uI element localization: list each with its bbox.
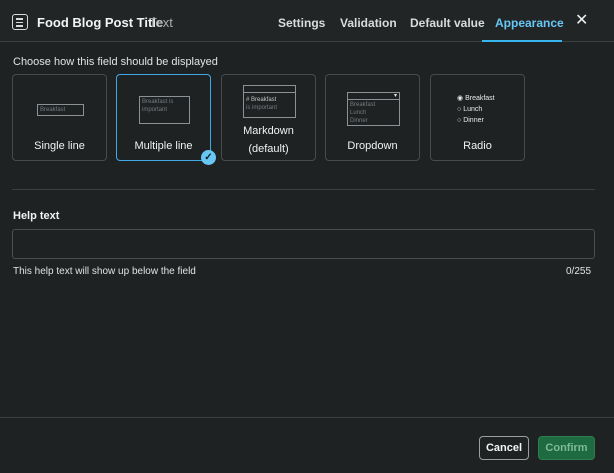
cancel-button[interactable]: Cancel — [479, 436, 529, 460]
appearance-option-multiple-line[interactable]: Breakfast is important Multiple line — [116, 74, 211, 161]
option-label: Markdown — [243, 125, 294, 137]
modal-title: Food Blog Post Title — [37, 15, 164, 30]
option-label: Dropdown — [347, 140, 398, 152]
appearance-option-single-line[interactable]: Breakfast Single line — [12, 74, 107, 161]
option-label: Radio — [463, 140, 492, 152]
radio-empty-icon: ○ — [457, 106, 462, 113]
dropdown-preview: ▾ Breakfast Lunch Dinner — [347, 92, 400, 126]
selected-check-icon: ✓ — [201, 150, 216, 165]
tab-settings[interactable]: Settings — [278, 16, 325, 30]
appearance-section-label: Choose how this field should be displaye… — [13, 56, 218, 68]
character-counter: 0/255 — [566, 266, 592, 277]
confirm-button[interactable]: Confirm — [538, 436, 595, 460]
radio-preview-item: ○ Dinner — [457, 117, 484, 124]
option-label: (default) — [248, 143, 289, 155]
appearance-option-dropdown[interactable]: ▾ Breakfast Lunch Dinner Dropdown — [325, 74, 420, 161]
option-label: Multiple line — [134, 140, 193, 152]
modal-header: Food Blog Post Title Text Settings Valid… — [0, 0, 614, 42]
appearance-option-markdown[interactable]: # Breakfast is important Markdown (defau… — [221, 74, 316, 161]
radio-preview-item: ○ Lunch — [457, 106, 483, 113]
tab-default-value[interactable]: Default value — [410, 16, 485, 30]
tab-validation[interactable]: Validation — [340, 16, 397, 30]
single-line-preview: Breakfast — [37, 104, 84, 116]
help-text-input[interactable] — [12, 229, 595, 259]
multiple-line-preview: Breakfast is important — [139, 96, 190, 124]
tab-appearance[interactable]: Appearance — [495, 16, 564, 30]
radio-empty-icon: ○ — [457, 117, 462, 124]
field-list-icon — [12, 14, 28, 30]
help-text-label: Help text — [13, 210, 60, 222]
footer-divider — [0, 417, 614, 418]
chevron-down-icon: ▾ — [393, 93, 397, 99]
field-type-label: Text — [149, 15, 173, 30]
active-tab-indicator — [482, 40, 562, 42]
option-label: Single line — [34, 140, 85, 152]
section-divider — [12, 189, 595, 190]
markdown-preview: # Breakfast is important — [243, 85, 296, 118]
radio-selected-icon: ◉ — [457, 95, 464, 102]
help-text-hint: This help text will show up below the fi… — [13, 266, 196, 277]
close-icon[interactable]: ✕ — [575, 13, 588, 29]
radio-preview-item: ◉ Breakfast — [457, 95, 495, 102]
